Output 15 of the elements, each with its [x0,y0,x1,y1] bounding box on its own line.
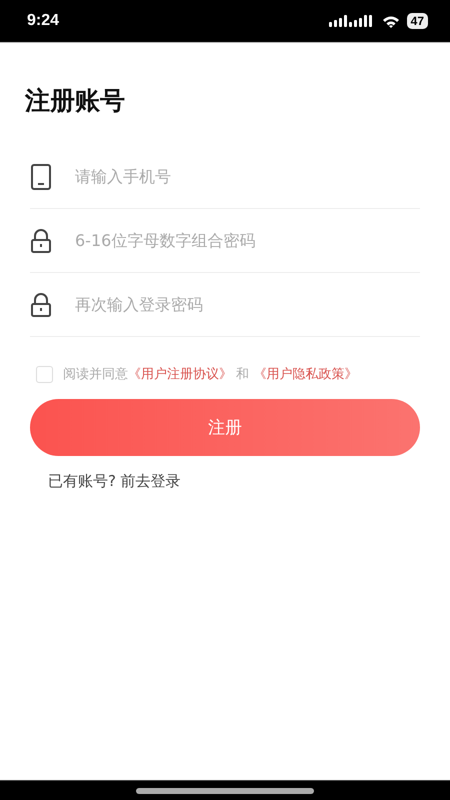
wifi-icon [382,14,400,28]
agreement-text: 阅读并同意《用户注册协议》 和 《用户隐私政策》 [63,366,358,383]
lock-icon [30,228,52,252]
home-indicator[interactable] [136,788,314,794]
terms-link[interactable]: 《用户注册协议》 [128,367,232,382]
privacy-link[interactable]: 《用户隐私政策》 [253,367,358,382]
signal-icon [328,15,375,27]
battery-level: 47 [406,13,428,29]
page-title: 注册账号 [25,85,126,117]
phone-icon [30,164,52,190]
lock-icon [30,292,52,316]
agreement-checkbox[interactable] [36,366,53,382]
login-link[interactable]: 已有账号? 前去登录 [48,472,181,491]
status-time: 9:24 [27,12,60,30]
register-button[interactable]: 注册 [30,399,420,456]
